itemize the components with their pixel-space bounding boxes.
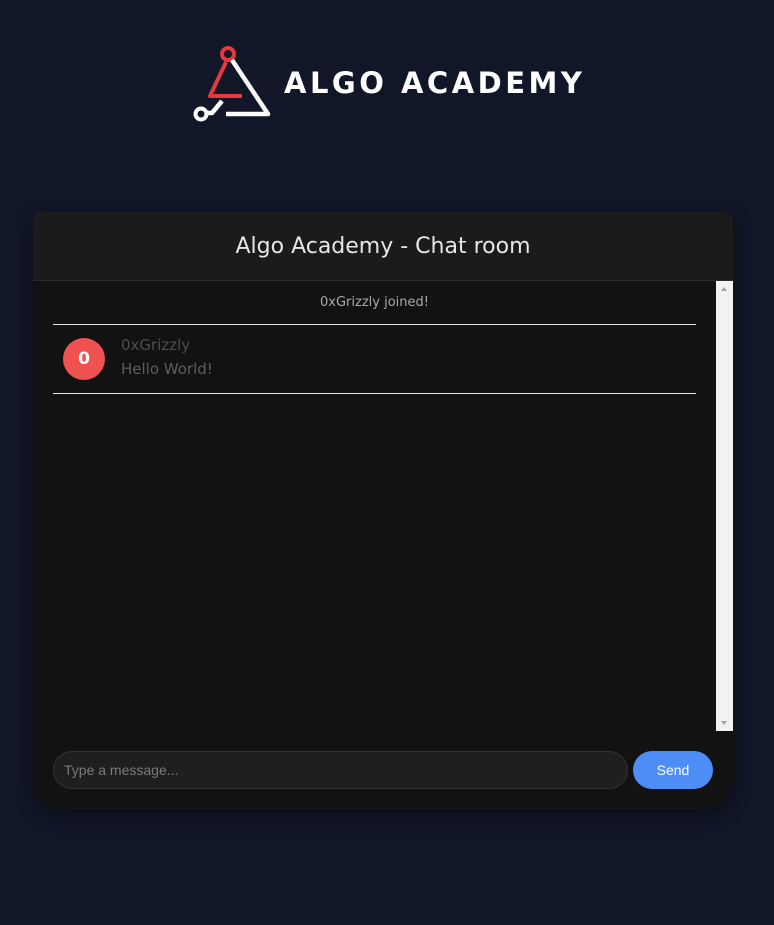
brand-logo: ALGO ACADEMY	[192, 44, 585, 122]
message-scrollbar[interactable]	[716, 281, 733, 731]
message-list[interactable]: 0xGrizzly joined! 0 0xGrizzly Hello Worl…	[33, 281, 716, 731]
chat-title: Algo Academy - Chat room	[235, 233, 531, 259]
avatar: 0	[63, 338, 105, 380]
message-input[interactable]	[53, 751, 628, 789]
brand-name: ALGO ACADEMY	[284, 66, 586, 100]
send-button[interactable]: Send	[633, 751, 713, 789]
algo-academy-logo-icon	[193, 46, 271, 122]
message-composer: Send	[53, 751, 713, 789]
message-author: 0xGrizzly	[121, 336, 191, 354]
message-text: Hello World!	[121, 360, 213, 378]
system-message: 0xGrizzly joined!	[320, 295, 429, 310]
chat-panel: Algo Academy - Chat room 0xGrizzly joine…	[33, 212, 733, 810]
scroll-up-arrow-icon[interactable]	[721, 287, 727, 291]
chat-header: Algo Academy - Chat room	[33, 212, 733, 281]
scroll-down-arrow-icon[interactable]	[721, 721, 727, 725]
chat-message: 0 0xGrizzly Hello World!	[53, 324, 696, 394]
